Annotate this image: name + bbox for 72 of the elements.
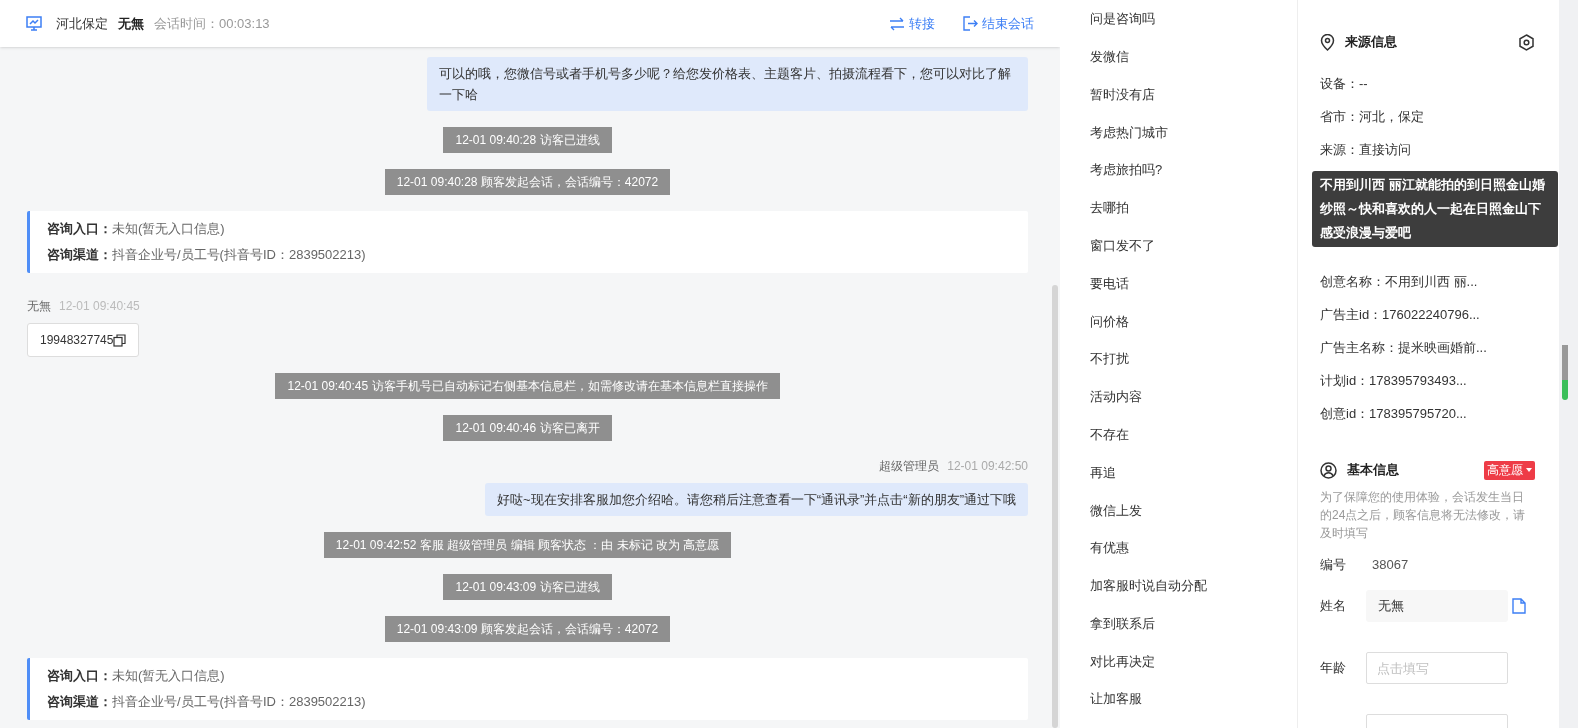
- input-field[interactable]: 点击填写: [1366, 652, 1508, 684]
- quick-reply-item[interactable]: 让加客服: [1090, 689, 1142, 709]
- quick-reply-item[interactable]: 对比再决定: [1090, 651, 1155, 672]
- system-message: 12-01 09:42:52 客服 超级管理员 编辑 顾客状态 ：由 未标记 改为 高意愿: [323, 532, 732, 558]
- visitor-name: 无無: [118, 14, 144, 33]
- quick-reply-item[interactable]: 问是咨询吗: [1090, 9, 1155, 29]
- system-message: 12-01 09:40:28 访客已进线: [443, 127, 612, 153]
- info-line: 咨询渠道：抖音企业号/员工号(抖音号ID：2839502213): [47, 246, 367, 264]
- quick-reply-item[interactable]: 不打扰: [1090, 349, 1129, 369]
- quick-reply-item[interactable]: 活动内容: [1090, 387, 1142, 407]
- tooltip: 不用到川西 丽江就能拍的到日照金山婚纱照～快和喜欢的人一起在日照金山下感受浪漫与爱吧: [1312, 171, 1558, 247]
- system-message: 12-01 09:40:28 顾客发起会话，会话编号：42072: [384, 169, 671, 195]
- document-icon[interactable]: [1512, 598, 1526, 614]
- section-title: 基本信息: [1347, 461, 1399, 480]
- sender-name: 无無: [27, 298, 51, 315]
- source-info-item: 广告主名称：提米映画婚前...: [1320, 338, 1487, 357]
- info-line: 咨询入口：未知(暂无入口信息): [47, 220, 226, 238]
- agent-message: 可以的哦，您微信号或者手机号多少呢？给您发价格表、主题客片、拍摄流程看下，您可以对比了解一下哈: [427, 57, 1028, 111]
- info-line: 咨询入口：未知(暂无入口信息): [47, 667, 226, 685]
- quick-reply-item[interactable]: 再追: [1090, 462, 1116, 483]
- source-info-item: 设备：--: [1320, 74, 1368, 93]
- info-line: 咨询渠道：抖音企业号/员工号(抖音号ID：2839502213): [47, 693, 367, 711]
- quick-reply-item[interactable]: 考虑旅拍吗?: [1090, 160, 1163, 180]
- quick-reply-item[interactable]: 加客服时说自动分配: [1090, 576, 1207, 596]
- quick-reply-item[interactable]: 去哪拍: [1090, 198, 1129, 218]
- user-icon: [1320, 461, 1337, 479]
- message-time: 12-01 09:40:45: [59, 298, 140, 315]
- system-message: 12-01 09:43:09 访客已进线: [443, 574, 612, 600]
- system-message: 12-01 09:40:46 访客已离开: [443, 415, 612, 441]
- exit-icon: [963, 16, 978, 31]
- system-message: 12-01 09:40:45 访客手机号已自动标记右侧基本信息栏，如需修改请在基本信息栏直接操作: [275, 373, 780, 399]
- quick-reply-item[interactable]: 问价格: [1090, 311, 1129, 331]
- quick-reply-item[interactable]: 拿到联系后: [1090, 613, 1155, 634]
- message-time: 12-01 09:42:50: [947, 458, 1028, 475]
- scrollbar[interactable]: [1562, 345, 1568, 400]
- field-label: 编号: [1320, 556, 1347, 575]
- end-session-button[interactable]: 结束会话: [963, 13, 1034, 34]
- quick-reply-item[interactable]: 暂时没有店: [1090, 84, 1155, 105]
- agent-message: 好哒~现在安排客服加您介绍哈。请您稍后注意查看一下“通讯录”并点击“新的朋友”通过下哦: [485, 483, 1028, 516]
- phone-number: 19948327745: [40, 332, 114, 349]
- quick-reply-item[interactable]: 考虑热门城市: [1090, 122, 1168, 143]
- copy-icon[interactable]: [113, 333, 127, 347]
- sender-name: 超级管理员: [879, 458, 940, 475]
- location-pin-icon: [1320, 33, 1335, 51]
- session-duration: 会话时间：00:03:13: [154, 14, 270, 33]
- source-info-item: 创意名称：不用到川西 丽...: [1320, 272, 1478, 291]
- name-field[interactable]: 无無: [1366, 590, 1508, 622]
- quick-reply-item[interactable]: 要电话: [1090, 273, 1129, 294]
- source-info-item: 来源：直接访问: [1320, 140, 1411, 159]
- swap-icon: [889, 16, 905, 31]
- quick-reply-item[interactable]: 微信上发: [1090, 500, 1142, 520]
- quick-reply-item[interactable]: 有优惠: [1090, 538, 1129, 558]
- transfer-button[interactable]: 转接: [889, 13, 935, 34]
- source-info-item: 创意id：178395795720...: [1320, 404, 1467, 423]
- settings-icon[interactable]: [1518, 33, 1535, 51]
- section-title: 来源信息: [1345, 33, 1397, 52]
- caret-icon: [1526, 468, 1532, 472]
- source-info-item: 省市：河北，保定: [1320, 107, 1424, 126]
- quick-reply-item[interactable]: 不存在: [1090, 424, 1129, 445]
- quick-reply-item[interactable]: 发微信: [1090, 46, 1129, 67]
- notice-text: 为了保障您的使用体验，会话发生当日的24点之后，顾客信息将无法修改，请及时填写: [1320, 489, 1527, 542]
- location-label: 河北保定: [56, 14, 108, 33]
- field-value: 38067: [1372, 556, 1409, 575]
- source-info-item: 广告主id：176022240796...: [1320, 305, 1480, 324]
- field-label: 姓名: [1320, 597, 1347, 616]
- source-info-item: 计划id：178395793493...: [1320, 371, 1467, 390]
- scrollbar[interactable]: [1052, 285, 1058, 728]
- quick-reply-item[interactable]: 窗口发不了: [1090, 235, 1155, 256]
- monitor-icon: [26, 16, 42, 31]
- system-message: 12-01 09:43:09 顾客发起会话，会话编号：42072: [384, 616, 671, 642]
- field-label: 年龄: [1320, 659, 1347, 678]
- status-dropdown[interactable]: 高意愿: [1484, 460, 1535, 480]
